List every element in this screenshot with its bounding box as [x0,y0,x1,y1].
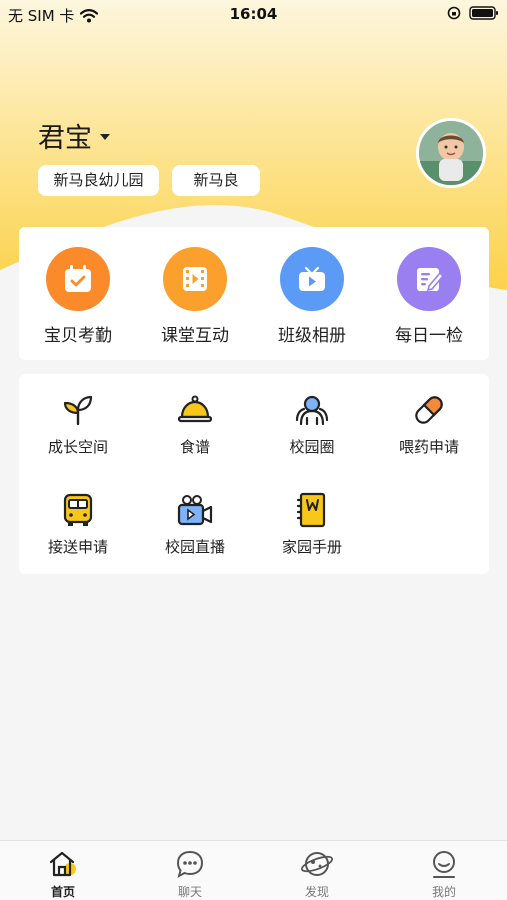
tab-label: 聊天 [177,885,202,899]
sprout-icon [58,390,98,430]
user-icon [427,849,461,879]
feature-medicine-request[interactable]: 喂药申请 [370,390,488,457]
calendar-check-icon [46,247,110,311]
feature-campus-live[interactable]: 校园直播 [136,490,254,557]
tv-play-icon [280,247,344,311]
tab-bar: 首页 聊天 发现 我的 [0,840,507,900]
pill-icon [409,390,449,430]
feature-class-album[interactable]: 班级相册 [253,247,371,346]
orientation-lock-icon [447,6,461,20]
child-name: 君宝 [38,123,92,154]
feature-pickup-request[interactable]: 接送申请 [19,490,137,557]
status-time: 16:04 [229,5,278,23]
home-icon [46,849,80,879]
planet-icon [300,849,334,879]
avatar[interactable] [416,118,486,188]
status-right [447,6,499,20]
feature-label: 每日一检 [395,326,463,346]
tab-label: 我的 [431,885,456,899]
feature-label: 家园手册 [281,538,342,556]
feature-attendance[interactable]: 宝贝考勤 [19,247,137,346]
feature-label: 校园圈 [289,438,335,456]
main-features-card: 宝贝考勤 课堂互动 班级相册 每日一检 [19,227,489,360]
feature-home-handbook[interactable]: 家园手册 [253,490,371,557]
child-selector[interactable]: 君宝 [38,116,110,155]
feature-label: 喂药申请 [398,438,459,456]
feature-label: 成长空间 [47,438,108,456]
tab-chat[interactable]: 聊天 [150,849,230,900]
feature-label: 校园直播 [164,538,225,556]
tab-home[interactable]: 首页 [23,849,103,900]
child-photo-icon [419,121,483,185]
tab-mine[interactable]: 我的 [404,849,484,900]
tab-label: 发现 [304,885,329,899]
feature-label: 班级相册 [278,326,346,346]
feature-label: 宝贝考勤 [44,326,112,346]
chat-icon [173,849,207,879]
school-tag: 新马良幼儿园 [38,165,159,196]
film-icon [163,247,227,311]
feature-label: 接送申请 [47,538,108,556]
video-camera-icon [175,490,215,530]
feature-classroom[interactable]: 课堂互动 [136,247,254,346]
checklist-edit-icon [397,247,461,311]
feature-recipe[interactable]: 食谱 [136,390,254,457]
cloche-icon [175,390,215,430]
feature-label: 食谱 [179,438,210,456]
feature-label: 课堂互动 [161,326,229,346]
status-bar: 无 SIM 卡 16:04 [0,0,507,30]
feature-daily-check[interactable]: 每日一检 [370,247,488,346]
sub-features-card: 成长空间 食谱 校园圈 喂药申请 接送申请 校园直播 家园手册 [19,374,489,574]
caret-down-icon [100,133,110,140]
tab-label: 首页 [50,885,75,899]
feature-campus-circle[interactable]: 校园圈 [253,390,371,457]
feature-growth-space[interactable]: 成长空间 [19,390,137,457]
school-bus-icon [58,490,98,530]
tab-discover[interactable]: 发现 [277,849,357,900]
handbook-icon [292,490,332,530]
class-tag: 新马良 [172,165,260,196]
battery-icon [469,6,498,20]
people-circle-icon [292,390,332,430]
